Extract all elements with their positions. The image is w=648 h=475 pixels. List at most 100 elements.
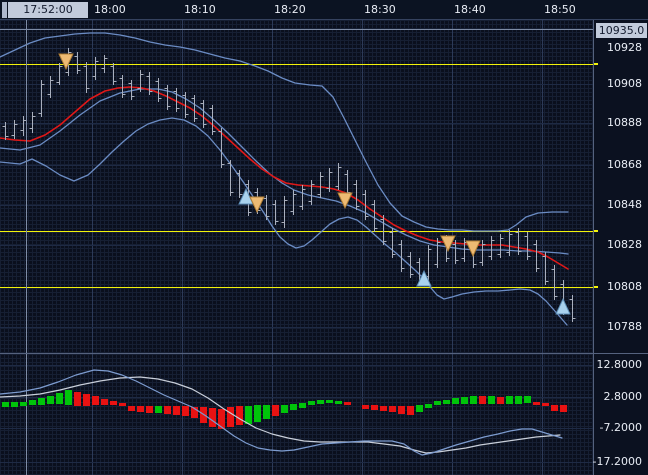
crosshair-price-badge: 10935.0 — [596, 23, 647, 38]
price-label: 10868 — [607, 158, 642, 171]
ohlc-bar — [390, 228, 396, 258]
time-axis[interactable]: 17:52:00 18:0018:1018:2018:3018:4018:50 — [0, 0, 648, 20]
ohlc-bar — [282, 196, 288, 228]
ohlc-bar — [552, 265, 558, 300]
yellow-level-axis-tick — [594, 230, 598, 232]
histogram-bar — [533, 402, 540, 405]
ohlc-bar — [39, 80, 45, 117]
buy-signal-arrow[interactable] — [556, 299, 570, 314]
ohlc-bar — [21, 116, 27, 136]
histogram-layer — [2, 390, 567, 429]
oscillator-white-line — [0, 377, 560, 453]
axis-grip-decoration — [2, 2, 7, 18]
ohlc-bar — [192, 95, 198, 122]
histogram-bar — [110, 401, 117, 405]
indicator-scale-label: 2.8000 — [604, 390, 643, 403]
price-label: 10788 — [607, 320, 642, 333]
histogram-bar — [434, 401, 441, 405]
indicator-scale-label: 12.8000 — [597, 358, 643, 371]
histogram-bar — [506, 396, 513, 404]
histogram-bar — [542, 403, 549, 406]
histogram-bar — [227, 407, 234, 427]
histogram-bar — [173, 406, 180, 415]
ohlc-bar — [75, 52, 81, 74]
histogram-bar — [479, 396, 486, 404]
ohlc-bar — [534, 240, 540, 272]
histogram-bar — [2, 402, 9, 407]
ohlc-bar — [318, 172, 324, 198]
histogram-bar — [254, 405, 261, 422]
histogram-bar — [11, 402, 18, 407]
trading-chart-window: 17:52:00 18:0018:1018:2018:3018:4018:50 … — [0, 0, 648, 475]
ohlc-bar — [264, 195, 270, 220]
histogram-bar — [560, 405, 567, 412]
histogram-bar — [515, 396, 522, 404]
band-lines-layer — [0, 33, 568, 325]
time-label: 18:50 — [544, 3, 576, 16]
ohlc-bar — [12, 120, 18, 139]
histogram-bar — [335, 401, 342, 404]
histogram-bar — [74, 392, 81, 406]
histogram-bar — [56, 393, 63, 404]
panel-separator[interactable] — [0, 353, 648, 354]
yellow-level-axis-tick — [594, 63, 598, 65]
histogram-bar — [20, 402, 27, 406]
histogram-bar — [326, 400, 333, 403]
time-label: 18:30 — [364, 3, 396, 16]
time-label: 18:20 — [274, 3, 306, 16]
ohlc-bar — [84, 62, 90, 93]
yellow-levels-layer — [0, 65, 593, 288]
histogram-bar — [263, 405, 270, 419]
histogram-bar — [47, 396, 54, 404]
ohlc-bar — [372, 200, 378, 232]
histogram-bar — [272, 405, 279, 416]
histogram-bar — [245, 406, 252, 424]
price-label: 10808 — [607, 280, 642, 293]
time-label: 18:40 — [454, 3, 486, 16]
histogram-bar — [182, 406, 189, 416]
price-label: 10888 — [607, 116, 642, 129]
histogram-bar — [317, 400, 324, 404]
histogram-bar — [407, 406, 414, 415]
histogram-bar — [155, 406, 162, 413]
ohlc-bar — [435, 238, 441, 268]
histogram-bar — [128, 406, 135, 411]
histogram-bar — [470, 396, 477, 404]
ohlc-bar — [336, 163, 342, 190]
histogram-bar — [119, 403, 126, 406]
price-label: 10828 — [607, 238, 642, 251]
ohlc-bars-layer — [3, 48, 576, 322]
ohlc-bar — [30, 112, 36, 133]
price-axis[interactable]: 10935.0 10928109081088810868108481082810… — [593, 20, 648, 475]
histogram-bar — [299, 403, 306, 408]
ohlc-bar — [507, 230, 513, 256]
histogram-bar — [452, 398, 459, 404]
histogram-bar — [83, 394, 90, 406]
histogram-bar — [389, 406, 396, 412]
ohlc-bar — [273, 200, 279, 225]
histogram-bar — [209, 408, 216, 427]
ohlc-bar — [426, 245, 432, 280]
ohlc-bar — [48, 76, 54, 98]
indicator-scale-label: -7.2000 — [600, 421, 642, 434]
histogram-bar — [425, 404, 432, 408]
histogram-bar — [344, 402, 351, 405]
histogram-bar — [380, 406, 387, 411]
histogram-bar — [443, 400, 450, 404]
ohlc-bar — [300, 185, 306, 210]
lower-band-line — [0, 118, 567, 325]
ohlc-bar — [57, 63, 63, 85]
sell-signal-arrow[interactable] — [466, 241, 480, 256]
histogram-bar — [236, 406, 243, 425]
histogram-bar — [65, 390, 72, 405]
histogram-bar — [551, 405, 558, 411]
ohlc-bar — [309, 180, 315, 205]
histogram-bar — [362, 405, 369, 409]
histogram-bar — [281, 405, 288, 413]
histogram-bar — [461, 397, 468, 404]
histogram-bar — [524, 396, 531, 403]
histogram-bar — [371, 405, 378, 410]
indicator-scale-label: -17.2000 — [593, 455, 642, 468]
ohlc-bar — [570, 295, 576, 322]
ohlc-bar — [480, 240, 486, 266]
